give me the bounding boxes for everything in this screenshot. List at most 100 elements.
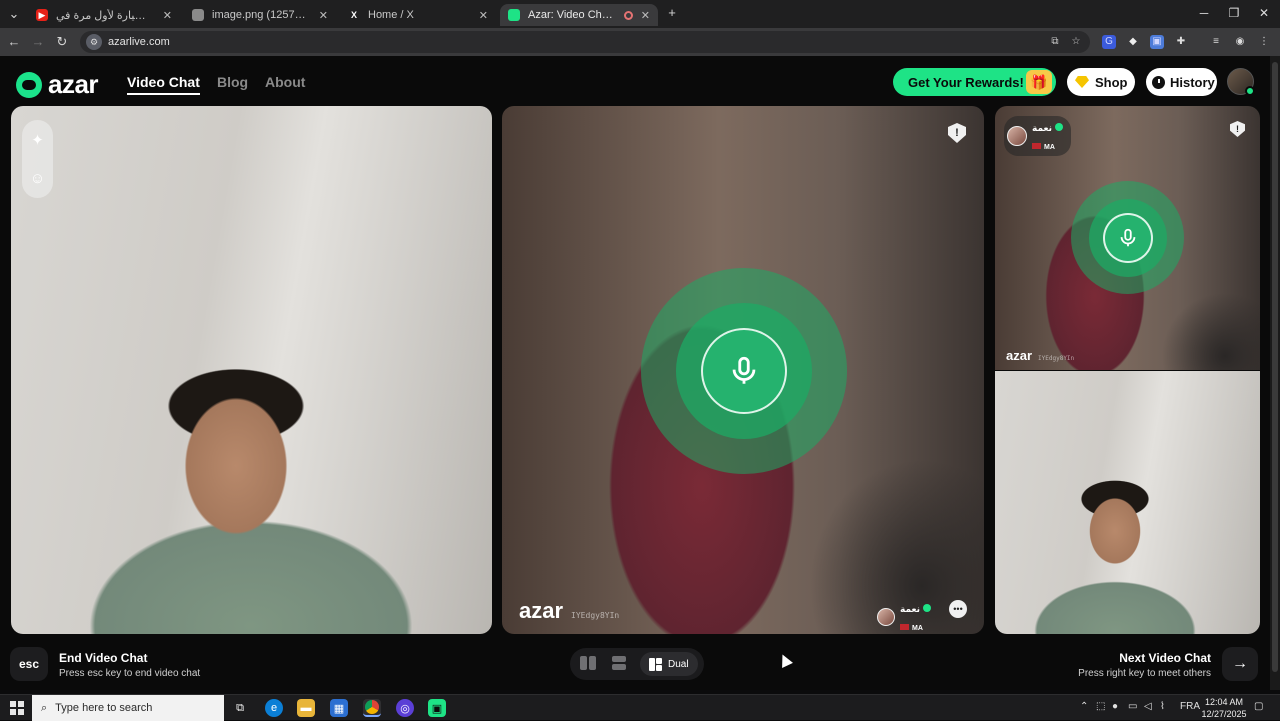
browser-tab-azar[interactable]: Azar: Video Chat with New ✕: [500, 4, 658, 26]
azar-watermark-mini: azar IYEdgy8YIn: [1006, 348, 1074, 363]
x-icon: X: [350, 10, 357, 20]
sticker-face-icon[interactable]: ☺: [30, 170, 45, 187]
nav-about[interactable]: About: [265, 74, 305, 90]
bookmark-star-icon[interactable]: ☆: [1069, 35, 1083, 49]
clock-date: 12/27/2025: [1201, 709, 1247, 719]
azar-icon: [508, 9, 520, 21]
rewards-label: Get Your Rewards!: [908, 74, 1024, 90]
voice-pulse-outer-mini: [1071, 181, 1184, 294]
translate-extension-icon[interactable]: G: [1102, 35, 1116, 49]
watermark-user-id: IYEdgy8YIn: [1038, 355, 1075, 362]
peer-info-mini[interactable]: نعمة MA: [1004, 116, 1071, 156]
microphone-icon: [701, 328, 787, 414]
browser-tab-youtube[interactable]: ▶ فيروتيكا ساقة السيارة لأول مرة في ✕: [28, 4, 180, 26]
watermark-logo: azar: [519, 598, 564, 623]
peer-name: نعمة: [1032, 123, 1052, 133]
end-chat-esc-button[interactable]: esc: [10, 647, 48, 681]
tab-search-icon[interactable]: ⌄: [6, 6, 22, 22]
back-icon[interactable]: ←: [6, 34, 22, 50]
get-rewards-button[interactable]: Get Your Rewards! 🎁: [893, 68, 1056, 96]
next-chat-arrow-button[interactable]: →: [1222, 647, 1258, 681]
notifications-icon[interactable]: ▢: [1254, 701, 1263, 712]
watermark-logo: azar: [1006, 348, 1033, 363]
microphone-icon: [1102, 212, 1153, 263]
shop-label: Shop: [1095, 74, 1128, 90]
azar-logo[interactable]: azar: [16, 69, 99, 100]
azar-app-icon[interactable]: ▣: [428, 699, 446, 717]
media-controls-icon[interactable]: ≡: [1209, 35, 1223, 49]
language-indicator[interactable]: FRA: [1180, 701, 1200, 712]
peer-country: MA: [912, 625, 923, 632]
menu-kebab-icon[interactable]: ⋮: [1257, 35, 1271, 49]
peer-info[interactable]: نعمة MA: [877, 599, 931, 635]
chrome-icon[interactable]: [363, 699, 381, 717]
profile-icon[interactable]: ◉: [1233, 35, 1247, 49]
shop-button[interactable]: Shop: [1067, 68, 1135, 96]
extension-diamond-icon[interactable]: ◆: [1126, 35, 1140, 49]
verified-badge-icon: [1054, 123, 1063, 131]
voice-pulse-outer: [641, 268, 847, 474]
browser-tab-x[interactable]: X Home / X ✕: [340, 4, 496, 26]
verified-badge-icon: [922, 604, 931, 612]
layout-dual-button[interactable]: Dual: [640, 652, 698, 676]
tray-usb-icon[interactable]: ⬚: [1096, 701, 1105, 712]
store-icon[interactable]: ▦: [330, 699, 348, 717]
page-scrollbar[interactable]: [1270, 56, 1280, 690]
sparkle-effects-icon[interactable]: ✦: [31, 131, 44, 149]
extensions-puzzle-icon[interactable]: ✚: [1174, 35, 1188, 49]
minimize-icon[interactable]: ─: [1194, 6, 1214, 20]
nav-blog[interactable]: Blog: [217, 74, 248, 90]
user-avatar[interactable]: [1227, 68, 1255, 96]
address-bar[interactable]: ⚙ azarlive.com: [80, 31, 1090, 53]
tray-battery-icon[interactable]: ▭: [1128, 701, 1137, 712]
windows-start-icon[interactable]: [10, 701, 24, 715]
layout-dual-icon: [649, 657, 662, 671]
peer-avatar: [877, 608, 895, 626]
azar-logo-text: azar: [48, 69, 99, 99]
install-app-icon[interactable]: ⧉: [1048, 35, 1062, 49]
effects-toolbar: ✦ ☺: [22, 120, 53, 198]
reload-icon[interactable]: ↻: [54, 34, 70, 50]
edge-browser-icon[interactable]: e: [265, 699, 283, 717]
window-close-icon[interactable]: ✕: [1254, 6, 1274, 20]
restore-icon[interactable]: ❐: [1224, 6, 1244, 20]
image-icon: [192, 9, 204, 21]
messenger-icon[interactable]: ◎: [396, 699, 414, 717]
gift-icon: 🎁: [1026, 70, 1052, 94]
layout-switcher: Dual: [570, 648, 704, 680]
tab-title: Azar: Video Chat with New: [528, 9, 616, 21]
forward-icon[interactable]: →: [30, 34, 46, 50]
file-explorer-icon[interactable]: ▬: [297, 699, 315, 717]
layout-side-by-side-icon[interactable]: [580, 656, 596, 672]
close-tab-icon[interactable]: ✕: [163, 9, 172, 22]
browser-tab-strip: ⌄ ▶ فيروتيكا ساقة السيارة لأول مرة في ✕ …: [0, 0, 1280, 28]
chat-bubble-icon[interactable]: •••: [949, 600, 967, 618]
tray-overflow-icon[interactable]: ⌃: [1080, 701, 1088, 712]
tab-title: Home / X: [368, 9, 414, 21]
task-view-icon[interactable]: ⧉: [231, 699, 249, 717]
layout-stacked-icon[interactable]: [612, 656, 628, 672]
next-chat-hint: Press right key to meet others: [1078, 668, 1211, 679]
close-tab-icon[interactable]: ✕: [641, 9, 650, 22]
browser-tab-image[interactable]: image.png (1257×712) ✕: [184, 4, 336, 26]
site-info-icon[interactable]: ⚙: [86, 34, 102, 50]
close-tab-icon[interactable]: ✕: [319, 9, 328, 22]
watermark-user-id: IYEdgy8YIn: [571, 611, 620, 620]
azar-logo-icon: [16, 71, 42, 98]
taskbar-clock[interactable]: 12:04 AM 12/27/2025: [1198, 696, 1250, 720]
history-button[interactable]: History: [1146, 68, 1217, 96]
tab-title: image.png (1257×712): [212, 9, 311, 21]
close-tab-icon[interactable]: ✕: [479, 9, 488, 22]
history-clock-icon: [1152, 75, 1165, 89]
peer-avatar: [1007, 126, 1027, 146]
extension-photo-icon[interactable]: ▣: [1150, 35, 1164, 49]
nav-video-chat[interactable]: Video Chat: [127, 74, 200, 95]
scrollbar-thumb[interactable]: [1272, 62, 1278, 672]
new-tab-button[interactable]: +: [664, 5, 680, 21]
tray-network-icon[interactable]: ⌇: [1160, 701, 1165, 712]
taskbar-search-box[interactable]: ⌕ Type here to search: [32, 695, 224, 721]
url-text: azarlive.com: [108, 36, 170, 48]
voice-pulse-inner-mini: [1088, 198, 1167, 277]
tray-mic-icon[interactable]: ●: [1112, 701, 1118, 712]
tray-volume-icon[interactable]: ◁: [1144, 701, 1152, 712]
